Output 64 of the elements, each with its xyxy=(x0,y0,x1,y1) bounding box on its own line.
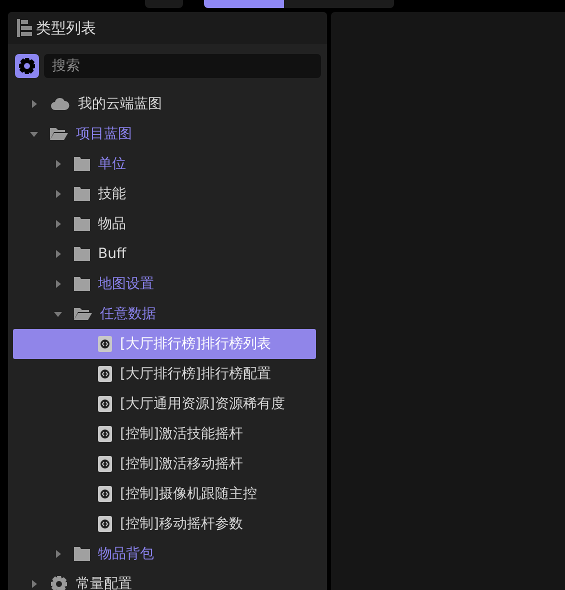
item-label: [控制]移动摇杆参数 xyxy=(120,514,243,534)
tree-item[interactable]: [大厅排行榜]排行榜配置 xyxy=(13,359,316,389)
collapse-arrow-icon[interactable] xyxy=(54,312,62,316)
expand-arrow-icon[interactable] xyxy=(32,100,36,108)
blueprint-file-icon xyxy=(98,456,112,472)
folder-icon xyxy=(74,277,90,291)
gear-icon xyxy=(50,575,68,590)
item-label: 我的云端蓝图 xyxy=(78,94,162,114)
tree-item[interactable]: 任意数据 xyxy=(13,299,316,329)
blueprint-file-icon xyxy=(98,366,112,382)
expand-arrow-icon[interactable] xyxy=(56,190,60,198)
item-label: 项目蓝图 xyxy=(76,124,132,144)
item-label: Buff xyxy=(98,244,126,264)
open-folder-icon xyxy=(74,307,92,321)
tree-item[interactable]: 单位 xyxy=(13,149,316,179)
tree-item[interactable]: 我的云端蓝图 xyxy=(13,89,316,119)
tree-item[interactable]: 物品背包 xyxy=(13,539,316,569)
blueprint-file-icon xyxy=(98,426,112,442)
folder-icon xyxy=(74,187,90,201)
expand-arrow-icon[interactable] xyxy=(56,220,60,228)
blueprint-file-icon xyxy=(98,336,112,352)
item-label: 地图设置 xyxy=(98,274,154,294)
tree-item[interactable]: [控制]移动摇杆参数 xyxy=(13,509,316,539)
tree-item[interactable]: [大厅通用资源]资源稀有度 xyxy=(13,389,316,419)
item-label: [控制]激活技能摇杆 xyxy=(120,424,243,444)
collapse-arrow-icon[interactable] xyxy=(30,132,38,136)
blueprint-file-icon xyxy=(98,486,112,502)
tree-item[interactable]: [控制]激活移动摇杆 xyxy=(13,449,316,479)
tree-item[interactable]: Buff xyxy=(13,239,316,269)
item-label: [大厅通用资源]资源稀有度 xyxy=(120,394,285,414)
tree-item[interactable]: [控制]摄像机跟随主控 xyxy=(13,479,316,509)
folder-icon xyxy=(74,217,90,231)
expand-arrow-icon[interactable] xyxy=(56,160,60,168)
item-label: 物品背包 xyxy=(98,544,154,564)
tree-item[interactable]: 物品 xyxy=(13,209,316,239)
item-label: [大厅排行榜]排行榜配置 xyxy=(120,364,271,384)
search-field[interactable]: 搜索 xyxy=(44,54,321,78)
folder-icon xyxy=(74,547,90,561)
settings-button[interactable] xyxy=(15,54,39,78)
tree-item[interactable]: [控制]激活技能摇杆 xyxy=(13,419,316,449)
expand-arrow-icon[interactable] xyxy=(56,250,60,258)
item-label: 任意数据 xyxy=(100,304,156,324)
cloud-icon xyxy=(50,97,70,111)
blueprint-file-icon xyxy=(98,516,112,532)
item-label: 单位 xyxy=(98,154,126,174)
item-label: [控制]摄像机跟随主控 xyxy=(120,484,257,504)
item-label: 物品 xyxy=(98,214,126,234)
item-label: 技能 xyxy=(98,184,126,204)
item-label: [控制]激活移动摇杆 xyxy=(120,454,243,474)
expand-arrow-icon[interactable] xyxy=(56,280,60,288)
item-label: [大厅排行榜]排行榜列表 xyxy=(120,334,271,354)
tree-list-icon xyxy=(16,18,34,38)
folder-icon xyxy=(74,157,90,171)
expand-arrow-icon[interactable] xyxy=(56,550,60,558)
tree-item[interactable]: 项目蓝图 xyxy=(13,119,316,149)
panel-title: 类型列表 xyxy=(36,18,96,39)
item-label: 常量配置 xyxy=(76,574,132,590)
tree-item[interactable]: 常量配置 xyxy=(13,569,316,590)
tree-item[interactable]: 技能 xyxy=(13,179,316,209)
folder-icon xyxy=(74,247,90,261)
expand-arrow-icon[interactable] xyxy=(32,580,36,588)
tree-item[interactable]: 地图设置 xyxy=(13,269,316,299)
blueprint-file-icon xyxy=(98,396,112,412)
open-folder-icon xyxy=(50,127,68,141)
